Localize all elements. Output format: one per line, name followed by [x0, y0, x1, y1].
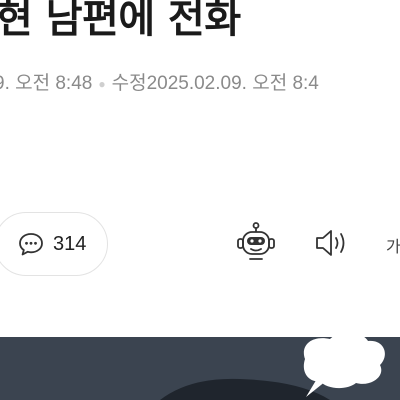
article-image	[0, 337, 400, 400]
comment-button[interactable]: 314	[0, 212, 108, 276]
font-size-icon: 가	[386, 237, 400, 256]
modified-label: 수정	[111, 73, 147, 94]
speaker-icon	[313, 226, 351, 264]
ai-bot-icon	[234, 220, 278, 268]
article-image-illustration	[160, 337, 385, 400]
font-size-button[interactable]: 가	[386, 230, 400, 260]
article-meta: 9. 오전 8:48 ● 수정2025.02.09. 오전 8:4	[0, 68, 319, 95]
ai-summary-button[interactable]	[234, 222, 278, 266]
modified-time: 2025.02.09. 오전 8:4	[146, 73, 319, 94]
comment-icon	[17, 230, 45, 258]
meta-separator: ●	[98, 76, 106, 91]
published-time: 9. 오전 8:48	[0, 73, 93, 94]
article-headline: 현 남편에 전화	[0, 0, 241, 42]
comment-count: 314	[53, 232, 87, 255]
text-to-speech-button[interactable]	[312, 228, 352, 262]
